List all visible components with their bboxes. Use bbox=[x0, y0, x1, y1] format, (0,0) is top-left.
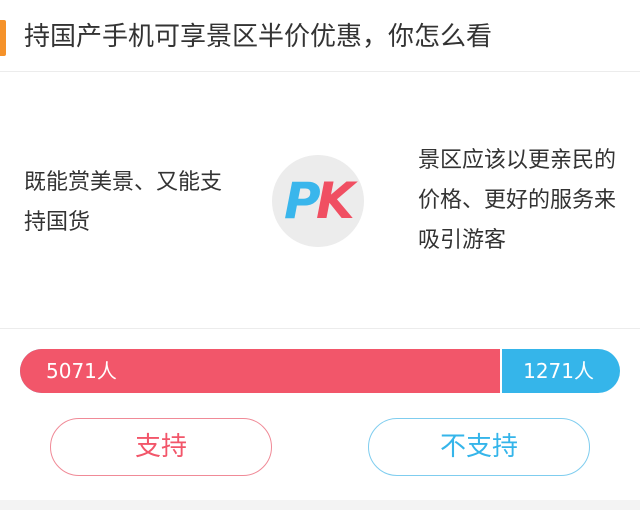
oppose-viewpoint: 景区应该以更亲民的价格、更好的服务来吸引游客 bbox=[418, 148, 617, 253]
bar-divider bbox=[500, 349, 502, 393]
footer-divider bbox=[0, 500, 640, 510]
support-viewpoint: 既能赏美景、又能支持国货 bbox=[24, 170, 223, 235]
pk-section: 既能赏美景、又能支持国货 P K 景区应该以更亲民的价格、更好的服务来吸引游客 bbox=[0, 73, 640, 329]
pk-icon: P K bbox=[272, 155, 364, 247]
header-accent-bar bbox=[0, 20, 6, 56]
support-button[interactable]: 支持 bbox=[50, 418, 272, 476]
pk-letter-k: K bbox=[316, 172, 355, 230]
topic-title: 持国产手机可享景区半价优惠，你怎么看 bbox=[24, 22, 493, 52]
oppose-button[interactable]: 不支持 bbox=[368, 418, 590, 476]
topic-header: 持国产手机可享景区半价优惠，你怎么看 bbox=[0, 0, 640, 72]
support-count: 5071人 bbox=[46, 359, 117, 383]
vote-progress-bar: 5071人 1271人 bbox=[20, 349, 620, 393]
oppose-count: 1271人 bbox=[523, 359, 594, 383]
